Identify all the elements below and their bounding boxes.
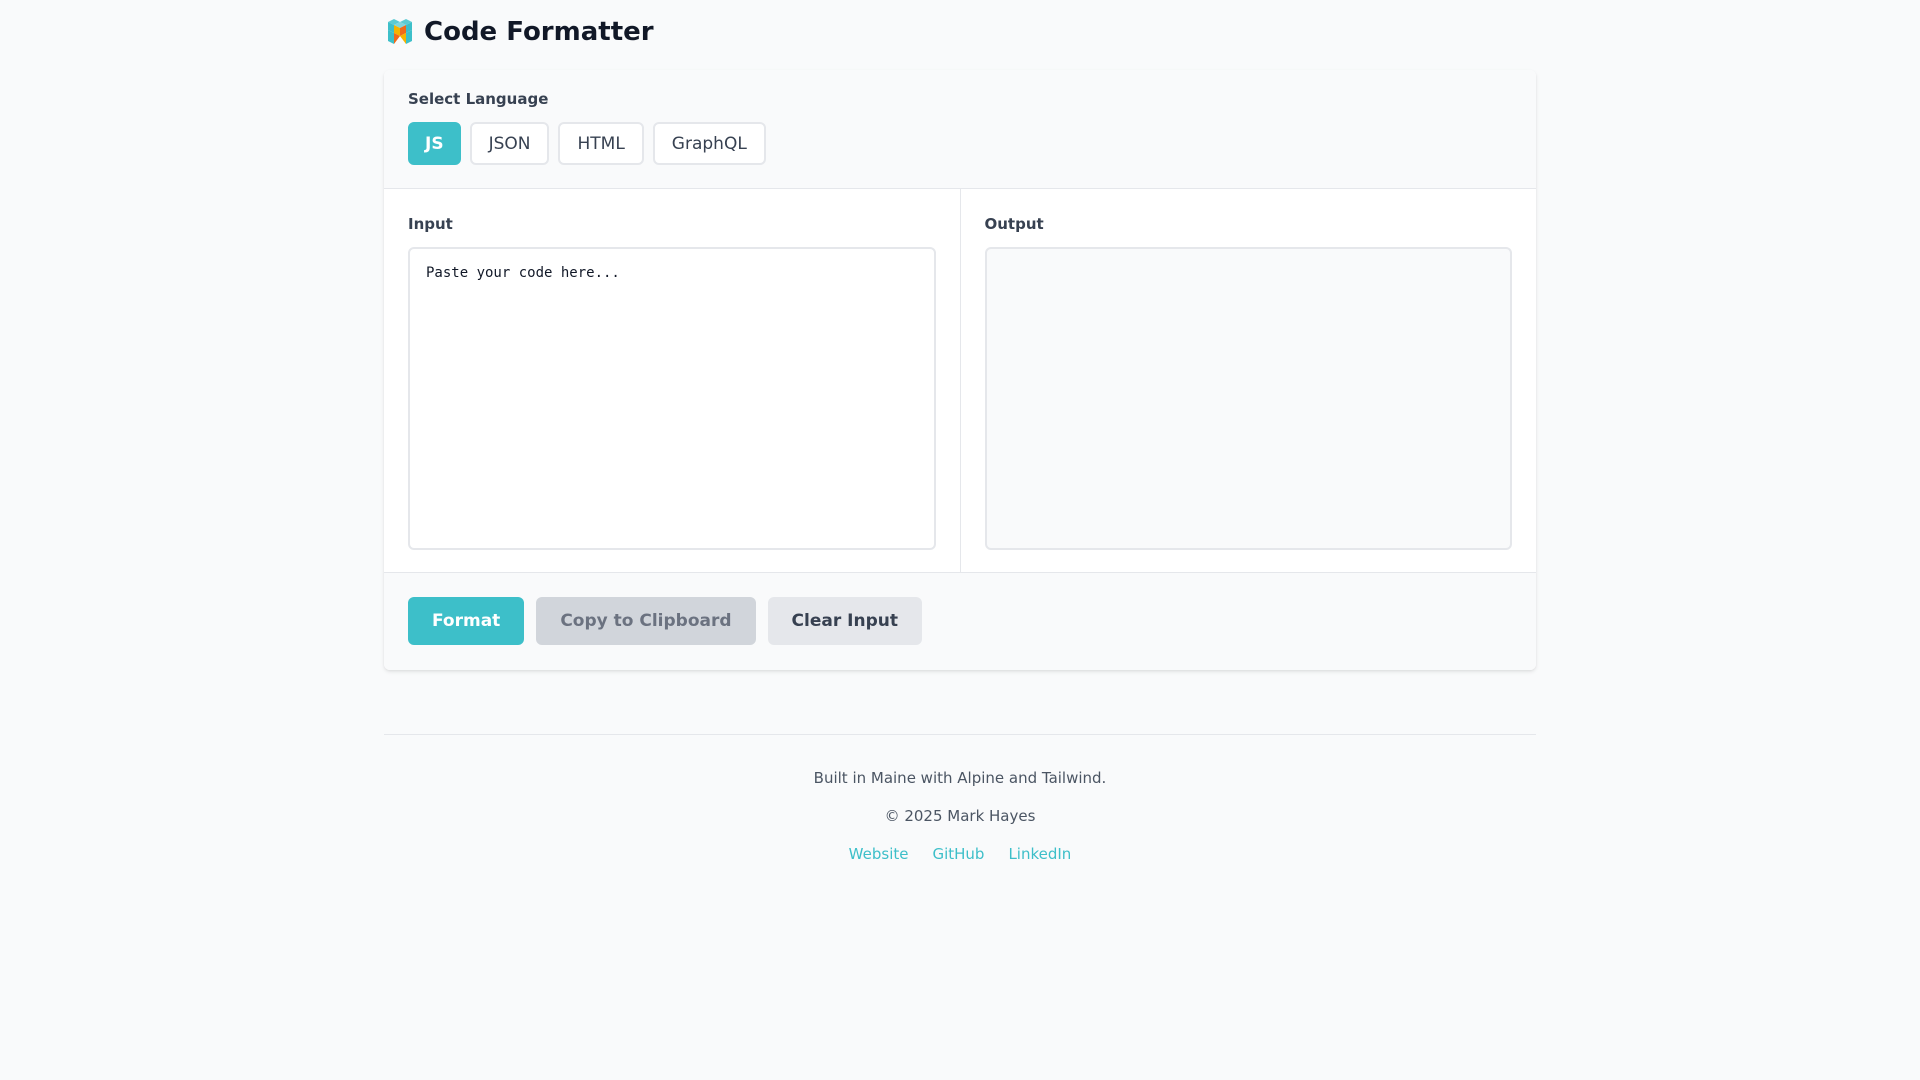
language-graphql-button[interactable]: GraphQL	[652, 122, 766, 165]
copy-to-clipboard-button[interactable]: Copy to Clipboard	[536, 597, 756, 645]
formatter-card: Select Language JS JSON HTML GraphQL Inp…	[384, 70, 1536, 670]
built-with-text: Built in Maine with Alpine and Tailwind.	[813, 769, 1107, 787]
language-html-button[interactable]: HTML	[558, 122, 644, 165]
language-json-button[interactable]: JSON	[469, 122, 550, 165]
copyright-text: © 2025 Mark Hayes	[884, 807, 1036, 825]
code-input[interactable]	[408, 247, 936, 550]
clear-input-button[interactable]: Clear Input	[767, 597, 922, 645]
website-link[interactable]: Website	[849, 845, 909, 863]
language-selector: JS JSON HTML GraphQL	[408, 122, 1512, 165]
language-js-button[interactable]: JS	[408, 122, 461, 165]
language-label: Select Language	[408, 90, 549, 108]
input-label: Input	[408, 215, 453, 233]
logo-icon	[388, 19, 412, 44]
output-label: Output	[984, 215, 1044, 233]
app-header: Code Formatter	[384, 0, 1536, 70]
github-link[interactable]: GitHub	[932, 845, 984, 863]
footer: Built in Maine with Alpine and Tailwind.…	[384, 735, 1536, 863]
format-button[interactable]: Format	[408, 597, 525, 645]
linkedin-link[interactable]: LinkedIn	[1008, 845, 1071, 863]
code-output[interactable]	[984, 247, 1512, 550]
page-title: Code Formatter	[424, 17, 654, 47]
